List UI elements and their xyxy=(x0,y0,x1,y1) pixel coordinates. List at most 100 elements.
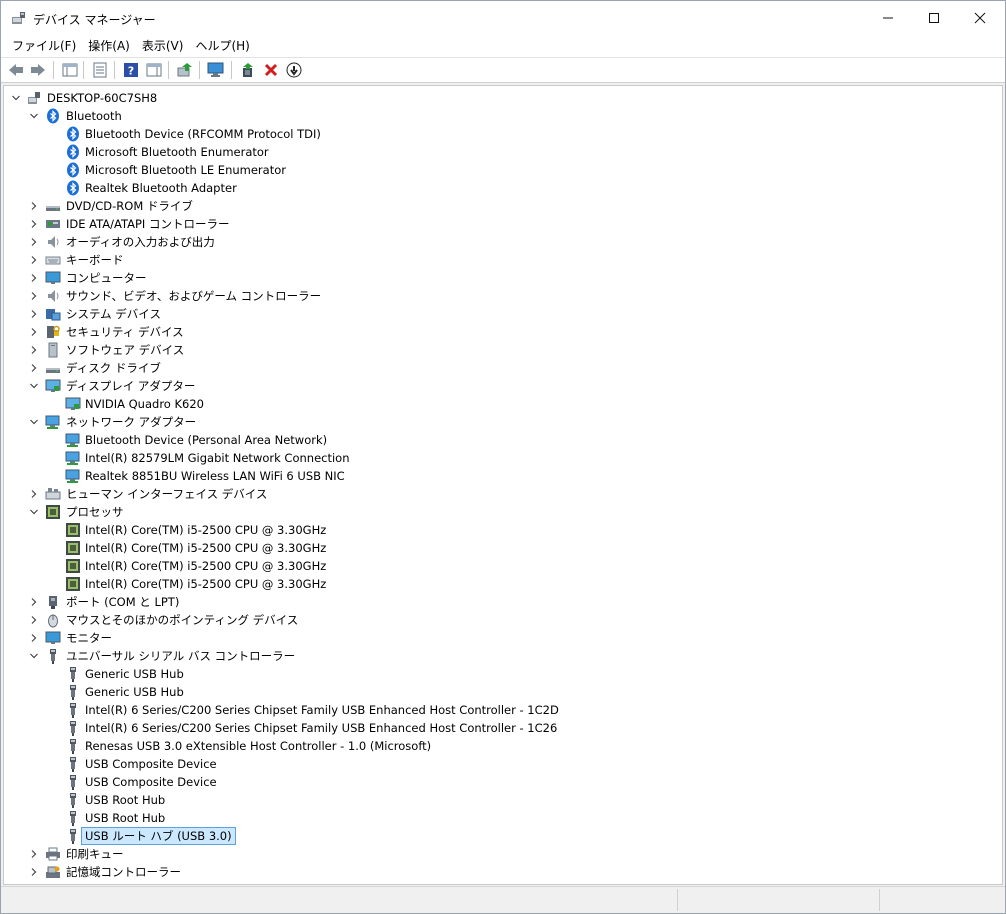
tree-category-node[interactable]: ユニバーサル シリアル バス コントローラー xyxy=(4,647,994,665)
bluetooth-icon xyxy=(45,108,61,124)
tree-device-node[interactable]: Bluetooth Device (RFCOMM Protocol TDI) xyxy=(4,125,994,143)
cpu-icon xyxy=(65,576,81,592)
tree-category-node[interactable]: システム デバイス xyxy=(4,305,994,323)
chevron-right-icon[interactable] xyxy=(28,215,40,233)
tree-device-node[interactable]: USB Root Hub xyxy=(4,791,994,809)
show-hide-action-pane-button[interactable] xyxy=(145,61,163,79)
help-button[interactable]: ? xyxy=(122,61,140,79)
disable-arrow-icon xyxy=(286,62,302,78)
menu-view[interactable]: 表示(V) xyxy=(137,35,189,57)
tree-category-node[interactable]: オーディオの入力および出力 xyxy=(4,233,994,251)
tree-device-node[interactable]: NVIDIA Quadro K620 xyxy=(4,395,994,413)
disable-device-button[interactable] xyxy=(285,61,303,79)
chevron-right-icon[interactable] xyxy=(28,341,40,359)
chevron-right-icon[interactable] xyxy=(28,233,40,251)
tree-device-node[interactable]: Intel(R) Core(TM) i5-2500 CPU @ 3.30GHz xyxy=(4,575,994,593)
chevron-right-icon[interactable] xyxy=(28,323,40,341)
tree-category-node[interactable]: Bluetooth xyxy=(4,107,994,125)
tree-node-label: プロセッサ xyxy=(66,505,124,519)
device-tree[interactable]: DESKTOP-60C7SH8 Bluetooth Bluetooth Device… xyxy=(3,85,1003,885)
chevron-right-icon[interactable] xyxy=(28,485,40,503)
tree-category-node[interactable]: モニター xyxy=(4,629,994,647)
tree-category-node[interactable]: ポート (COM と LPT) xyxy=(4,593,994,611)
uninstall-device-button[interactable] xyxy=(262,61,280,79)
bluetooth-icon xyxy=(65,144,81,160)
tree-category-node[interactable]: コンピューター xyxy=(4,269,994,287)
chevron-right-icon[interactable] xyxy=(28,629,40,647)
tree-category-node[interactable]: マウスとそのほかのポインティング デバイス xyxy=(4,611,994,629)
tree-category-node[interactable]: 印刷キュー xyxy=(4,845,994,863)
tree-device-node[interactable]: Microsoft Bluetooth LE Enumerator xyxy=(4,161,994,179)
chevron-right-icon[interactable] xyxy=(28,251,40,269)
tree-device-node[interactable]: USB ルート ハブ (USB 3.0) xyxy=(4,827,994,845)
forward-button[interactable] xyxy=(29,61,47,79)
show-hide-console-tree-button[interactable] xyxy=(61,61,79,79)
tree-device-node[interactable]: Intel(R) Core(TM) i5-2500 CPU @ 3.30GHz xyxy=(4,557,994,575)
chevron-right-icon[interactable] xyxy=(28,845,40,863)
tree-device-node[interactable]: Realtek Bluetooth Adapter xyxy=(4,179,994,197)
properties-button[interactable] xyxy=(91,61,109,79)
chevron-down-icon[interactable] xyxy=(28,377,40,395)
toolbar-separator xyxy=(114,61,115,79)
chevron-right-icon[interactable] xyxy=(28,863,40,881)
tree-device-node[interactable]: Intel(R) Core(TM) i5-2500 CPU @ 3.30GHz xyxy=(4,539,994,557)
usb-icon xyxy=(65,684,81,700)
tree-device-node[interactable]: Microsoft Bluetooth Enumerator xyxy=(4,143,994,161)
back-button[interactable] xyxy=(7,61,25,79)
chevron-right-icon[interactable] xyxy=(28,359,40,377)
tree-category-node[interactable]: IDE ATA/ATAPI コントローラー xyxy=(4,215,994,233)
chevron-down-icon[interactable] xyxy=(28,107,40,125)
chevron-down-icon[interactable] xyxy=(10,89,22,107)
tree-device-node[interactable]: Intel(R) 6 Series/C200 Series Chipset Fa… xyxy=(4,719,994,737)
tree-category-node[interactable]: ソフトウェア デバイス xyxy=(4,341,994,359)
chevron-right-icon[interactable] xyxy=(28,593,40,611)
tree-category-node[interactable]: プロセッサ xyxy=(4,503,994,521)
tree-device-node[interactable]: Generic USB Hub xyxy=(4,683,994,701)
tree-category-node[interactable]: ヒューマン インターフェイス デバイス xyxy=(4,485,994,503)
menu-action[interactable]: 操作(A) xyxy=(83,35,135,57)
chevron-down-icon[interactable] xyxy=(28,503,40,521)
hid-icon xyxy=(45,486,61,502)
toolbar-separator xyxy=(199,61,200,79)
tree-device-node[interactable]: Intel(R) Core(TM) i5-2500 CPU @ 3.30GHz xyxy=(4,521,994,539)
add-legacy-hardware-button[interactable] xyxy=(239,61,257,79)
tree-node-label: USB Composite Device xyxy=(85,757,217,771)
tree-device-node[interactable]: Intel(R) 6 Series/C200 Series Chipset Fa… xyxy=(4,701,994,719)
tree-device-node[interactable]: Bluetooth Device (Personal Area Network) xyxy=(4,431,994,449)
chevron-down-icon[interactable] xyxy=(28,413,40,431)
chevron-right-icon[interactable] xyxy=(28,305,40,323)
tree-device-node[interactable]: Intel(R) 82579LM Gigabit Network Connect… xyxy=(4,449,994,467)
tree-category-node[interactable]: セキュリティ デバイス xyxy=(4,323,994,341)
monitor-icon xyxy=(45,270,61,286)
menu-help[interactable]: ヘルプ(H) xyxy=(190,35,254,57)
chevron-right-icon[interactable] xyxy=(28,287,40,305)
tree-category-node[interactable]: 記憶域コントローラー xyxy=(4,863,994,881)
tree-device-node[interactable]: Generic USB Hub xyxy=(4,665,994,683)
tree-device-node[interactable]: Realtek 8851BU Wireless LAN WiFi 6 USB N… xyxy=(4,467,994,485)
maximize-button[interactable] xyxy=(911,1,957,35)
tree-device-node[interactable]: Renesas USB 3.0 eXtensible Host Controll… xyxy=(4,737,994,755)
tree-category-node[interactable]: ディスプレイ アダプター xyxy=(4,377,994,395)
tree-category-node[interactable]: ディスク ドライブ xyxy=(4,359,994,377)
tree-root-node[interactable]: DESKTOP-60C7SH8 xyxy=(4,89,994,107)
tree-category-node[interactable]: サウンド、ビデオ、およびゲーム コントローラー xyxy=(4,287,994,305)
chevron-right-icon[interactable] xyxy=(28,611,40,629)
scan-hardware-changes-button[interactable] xyxy=(207,61,225,79)
tree-category-node[interactable]: キーボード xyxy=(4,251,994,269)
minimize-button[interactable] xyxy=(865,1,911,35)
tree-device-node[interactable]: USB Composite Device xyxy=(4,755,994,773)
menu-file[interactable]: ファイル(F) xyxy=(7,35,81,57)
tree-node-label: Intel(R) Core(TM) i5-2500 CPU @ 3.30GHz xyxy=(85,541,327,555)
tree-category-node[interactable]: ネットワーク アダプター xyxy=(4,413,994,431)
chevron-right-icon[interactable] xyxy=(28,269,40,287)
update-driver-button[interactable] xyxy=(176,61,194,79)
tree-device-node[interactable]: USB Composite Device xyxy=(4,773,994,791)
add-hardware-icon xyxy=(243,63,253,77)
chevron-down-icon[interactable] xyxy=(28,647,40,665)
tree-device-node[interactable]: USB Root Hub xyxy=(4,809,994,827)
status-cell xyxy=(677,889,678,911)
toolbar-separator xyxy=(231,61,232,79)
chevron-right-icon[interactable] xyxy=(28,197,40,215)
tree-category-node[interactable]: DVD/CD-ROM ドライブ xyxy=(4,197,994,215)
close-button[interactable] xyxy=(957,1,1003,35)
